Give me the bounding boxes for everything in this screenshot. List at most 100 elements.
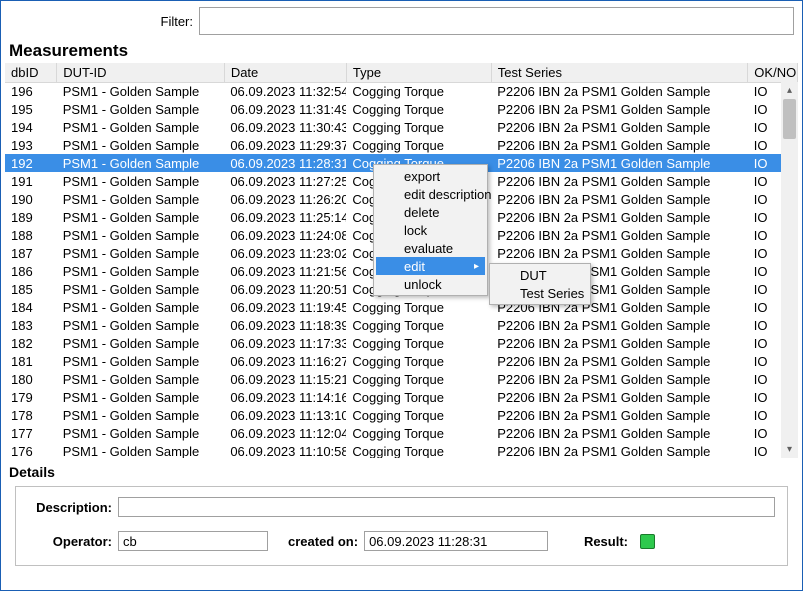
cell-dbid[interactable]: 185 [5, 280, 57, 298]
cell-dutid[interactable]: PSM1 - Golden Sample [57, 118, 225, 136]
cell-ts[interactable]: P2206 IBN 2a PSM1 Golden Sample [491, 100, 748, 118]
filter-input[interactable] [199, 7, 794, 35]
cell-date[interactable]: 06.09.2023 11:27:25 [224, 172, 346, 190]
cell-dbid[interactable]: 178 [5, 406, 57, 424]
cell-ts[interactable]: P2206 IBN 2a PSM1 Golden Sample [491, 316, 748, 334]
cell-date[interactable]: 06.09.2023 11:21:56 [224, 262, 346, 280]
cell-dutid[interactable]: PSM1 - Golden Sample [57, 334, 225, 352]
cell-type[interactable]: Cogging Torque [346, 442, 491, 458]
cell-dutid[interactable]: PSM1 - Golden Sample [57, 442, 225, 458]
cell-ts[interactable]: P2206 IBN 2a PSM1 Golden Sample [491, 406, 748, 424]
table-row[interactable]: 182PSM1 - Golden Sample06.09.2023 11:17:… [5, 334, 798, 352]
cell-type[interactable]: Cogging Torque [346, 82, 491, 100]
table-row[interactable]: 184PSM1 - Golden Sample06.09.2023 11:19:… [5, 298, 798, 316]
col-header-type[interactable]: Type [346, 63, 491, 82]
cell-dutid[interactable]: PSM1 - Golden Sample [57, 388, 225, 406]
cell-date[interactable]: 06.09.2023 11:32:54 [224, 82, 346, 100]
cell-dutid[interactable]: PSM1 - Golden Sample [57, 136, 225, 154]
cell-dbid[interactable]: 179 [5, 388, 57, 406]
cell-dbid[interactable]: 184 [5, 298, 57, 316]
cell-dutid[interactable]: PSM1 - Golden Sample [57, 316, 225, 334]
cell-dutid[interactable]: PSM1 - Golden Sample [57, 298, 225, 316]
table-row[interactable]: 179PSM1 - Golden Sample06.09.2023 11:14:… [5, 388, 798, 406]
cell-ts[interactable]: P2206 IBN 2a PSM1 Golden Sample [491, 244, 748, 262]
cell-date[interactable]: 06.09.2023 11:17:33 [224, 334, 346, 352]
scroll-track[interactable] [781, 99, 798, 441]
cell-date[interactable]: 06.09.2023 11:24:08 [224, 226, 346, 244]
cell-dbid[interactable]: 194 [5, 118, 57, 136]
cell-type[interactable]: Cogging Torque [346, 388, 491, 406]
cell-type[interactable]: Cogging Torque [346, 334, 491, 352]
cell-dbid[interactable]: 193 [5, 136, 57, 154]
ctx-item-delete[interactable]: delete [376, 203, 485, 221]
cell-dbid[interactable]: 192 [5, 154, 57, 172]
cell-date[interactable]: 06.09.2023 11:31:49 [224, 100, 346, 118]
cell-dbid[interactable]: 181 [5, 352, 57, 370]
table-header-row[interactable]: dbID DUT-ID Date Type Test Series OK/NO [5, 63, 798, 82]
table-row[interactable]: 195PSM1 - Golden Sample06.09.2023 11:31:… [5, 100, 798, 118]
context-submenu-edit[interactable]: DUTTest Series [489, 263, 591, 305]
description-input[interactable] [118, 497, 775, 517]
created-on-input[interactable] [364, 531, 548, 551]
table-row[interactable]: 180PSM1 - Golden Sample06.09.2023 11:15:… [5, 370, 798, 388]
col-header-dutid[interactable]: DUT-ID [57, 63, 225, 82]
cell-dbid[interactable]: 189 [5, 208, 57, 226]
cell-ts[interactable]: P2206 IBN 2a PSM1 Golden Sample [491, 352, 748, 370]
cell-ts[interactable]: P2206 IBN 2a PSM1 Golden Sample [491, 370, 748, 388]
cell-ts[interactable]: P2206 IBN 2a PSM1 Golden Sample [491, 442, 748, 458]
cell-dutid[interactable]: PSM1 - Golden Sample [57, 208, 225, 226]
cell-dutid[interactable]: PSM1 - Golden Sample [57, 280, 225, 298]
cell-date[interactable]: 06.09.2023 11:28:31 [224, 154, 346, 172]
cell-type[interactable]: Cogging Torque [346, 316, 491, 334]
cell-ts[interactable]: P2206 IBN 2a PSM1 Golden Sample [491, 172, 748, 190]
context-menu[interactable]: exportedit descriptiondeletelockevaluate… [373, 164, 488, 296]
cell-ts[interactable]: P2206 IBN 2a PSM1 Golden Sample [491, 154, 748, 172]
col-header-okno[interactable]: OK/NO [748, 63, 798, 82]
cell-type[interactable]: Cogging Torque [346, 352, 491, 370]
cell-type[interactable]: Cogging Torque [346, 298, 491, 316]
col-header-dbid[interactable]: dbID [5, 63, 57, 82]
cell-dbid[interactable]: 176 [5, 442, 57, 458]
ctx-item-export[interactable]: export [376, 167, 485, 185]
cell-date[interactable]: 06.09.2023 11:30:43 [224, 118, 346, 136]
table-row[interactable]: 194PSM1 - Golden Sample06.09.2023 11:30:… [5, 118, 798, 136]
cell-ts[interactable]: P2206 IBN 2a PSM1 Golden Sample [491, 190, 748, 208]
cell-ts[interactable]: P2206 IBN 2a PSM1 Golden Sample [491, 424, 748, 442]
cell-dbid[interactable]: 182 [5, 334, 57, 352]
table-row[interactable]: 177PSM1 - Golden Sample06.09.2023 11:12:… [5, 424, 798, 442]
cell-dbid[interactable]: 183 [5, 316, 57, 334]
cell-dbid[interactable]: 180 [5, 370, 57, 388]
cell-date[interactable]: 06.09.2023 11:16:27 [224, 352, 346, 370]
cell-date[interactable]: 06.09.2023 11:18:39 [224, 316, 346, 334]
cell-dbid[interactable]: 186 [5, 262, 57, 280]
ctx-item-lock[interactable]: lock [376, 221, 485, 239]
cell-date[interactable]: 06.09.2023 11:23:02 [224, 244, 346, 262]
ctx-item-evaluate[interactable]: evaluate [376, 239, 485, 257]
cell-date[interactable]: 06.09.2023 11:26:20 [224, 190, 346, 208]
cell-ts[interactable]: P2206 IBN 2a PSM1 Golden Sample [491, 136, 748, 154]
cell-ts[interactable]: P2206 IBN 2a PSM1 Golden Sample [491, 334, 748, 352]
scroll-down-icon[interactable]: ▾ [781, 441, 798, 458]
cell-dbid[interactable]: 190 [5, 190, 57, 208]
cell-date[interactable]: 06.09.2023 11:13:10 [224, 406, 346, 424]
cell-type[interactable]: Cogging Torque [346, 100, 491, 118]
cell-date[interactable]: 06.09.2023 11:12:04 [224, 424, 346, 442]
cell-ts[interactable]: P2206 IBN 2a PSM1 Golden Sample [491, 226, 748, 244]
scroll-up-icon[interactable]: ▴ [781, 82, 798, 99]
cell-date[interactable]: 06.09.2023 11:20:51 [224, 280, 346, 298]
cell-dutid[interactable]: PSM1 - Golden Sample [57, 352, 225, 370]
table-row[interactable]: 176PSM1 - Golden Sample06.09.2023 11:10:… [5, 442, 798, 458]
cell-dbid[interactable]: 177 [5, 424, 57, 442]
table-row[interactable]: 178PSM1 - Golden Sample06.09.2023 11:13:… [5, 406, 798, 424]
cell-type[interactable]: Cogging Torque [346, 118, 491, 136]
cell-dutid[interactable]: PSM1 - Golden Sample [57, 244, 225, 262]
cell-dutid[interactable]: PSM1 - Golden Sample [57, 406, 225, 424]
cell-ts[interactable]: P2206 IBN 2a PSM1 Golden Sample [491, 208, 748, 226]
ctx-item-unlock[interactable]: unlock [376, 275, 485, 293]
operator-input[interactable] [118, 531, 268, 551]
cell-ts[interactable]: P2206 IBN 2a PSM1 Golden Sample [491, 82, 748, 100]
ctx-item-edit-description[interactable]: edit description [376, 185, 485, 203]
cell-type[interactable]: Cogging Torque [346, 406, 491, 424]
cell-ts[interactable]: P2206 IBN 2a PSM1 Golden Sample [491, 388, 748, 406]
cell-dutid[interactable]: PSM1 - Golden Sample [57, 226, 225, 244]
